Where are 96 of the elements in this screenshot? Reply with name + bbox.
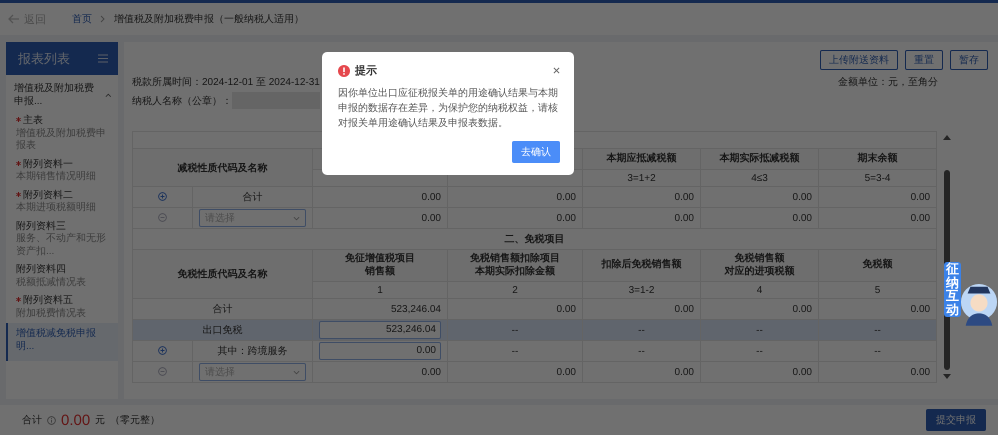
amount-input[interactable]: 523,246.04 [319, 321, 441, 339]
triangle-down-icon[interactable] [943, 374, 952, 379]
column-index: 5 [818, 282, 937, 298]
column-header: 免税性质代码及名称 [132, 250, 312, 298]
add-icon[interactable] [158, 192, 167, 202]
column-header: 本期实际扣除金额 [475, 266, 555, 276]
column-header: 本期应抵减税额 [606, 152, 676, 164]
column-header: 扣除后免税销售额 [602, 259, 682, 270]
table-cell: 0.00 [312, 186, 448, 208]
column-header: 本期实际抵减税额 [720, 152, 800, 164]
row-label: 合计 [242, 192, 262, 203]
table-cell: 0.00 [700, 208, 818, 228]
column-index: 2 [448, 282, 582, 298]
column-index: 1 [312, 282, 448, 298]
add-icon[interactable] [158, 346, 167, 356]
column-header: 免税销售额 [734, 253, 784, 264]
table-cell: -- [700, 320, 818, 340]
table-cell: 0.00 [582, 208, 700, 228]
table-row[interactable]: 其中：跨境服务 0.00 -- -- -- -- [132, 340, 937, 362]
menu-icon[interactable] [98, 54, 108, 63]
table-cell: -- [818, 320, 937, 340]
chevron-icon [100, 15, 106, 23]
item-title: 附列资料一 [23, 158, 73, 170]
column-header: 免税额 [862, 259, 893, 270]
toolbar-button[interactable]: 重置 [905, 50, 943, 70]
column-header: 销售额 [365, 266, 395, 276]
column-index: 4 [700, 282, 818, 298]
table-cell: 0.00 [312, 208, 448, 228]
item-title: 附列资料五 [23, 295, 73, 308]
remove-icon[interactable] [158, 213, 167, 222]
table-cell: 0.00 [818, 186, 937, 208]
table-cell: -- [448, 320, 582, 340]
breadcrumb-link[interactable]: 首页 [72, 12, 92, 26]
table-cell: 0.00 [818, 362, 937, 382]
mascot-label[interactable]: 征纳互动 [944, 262, 961, 317]
item-title: 增值税减免税申报明... [16, 328, 97, 353]
arrow-left-icon [8, 14, 20, 24]
page-title: 增值税及附加税费申报（一般纳税人适用） [114, 12, 304, 26]
column-index: 3=1+2 [582, 170, 700, 186]
table-cell: 0.00 [700, 186, 818, 208]
item-title: 主表 [23, 115, 43, 128]
dialog-message: 因你单位出口应征税报关单的用途确认结果与本期申报的数据存在差异，为保护您的纳税权益，请核对报关单用途确认结果及申报表数据。 [338, 86, 559, 131]
total-amount: 0.00 [61, 412, 90, 428]
table-cell: 0.00 [448, 208, 582, 228]
row-label: 出口免税 [202, 325, 242, 336]
item-title: 附列资料三 [16, 220, 66, 233]
submit-button[interactable]: 提交申报 [926, 409, 986, 431]
table-cell: 0.00 [312, 362, 448, 382]
tax-period: 税款所属时间：2024-12-01 至 2024-12-31 [132, 76, 320, 89]
table-row[interactable]: 出口免税 523,246.04 -- -- -- -- [132, 320, 937, 340]
column-index: 4≤3 [700, 170, 818, 186]
amount-input[interactable]: 0.00 [319, 342, 441, 360]
column-index: 5=3-4 [818, 170, 937, 186]
section-title: 二、免税项目 [504, 234, 565, 245]
row-label: 合计 [212, 304, 232, 315]
taxpayer-label: 纳税人名称（公章）： [132, 94, 232, 108]
currency-label: 元 [95, 414, 106, 427]
column-header: 期末余额 [858, 152, 898, 164]
row-label: 其中：跨境服务 [218, 346, 288, 357]
item-title: 附列资料四 [16, 264, 66, 276]
toolbar-button[interactable]: 上传附送资料 [820, 50, 898, 70]
column-header: 减税性质代码及名称 [132, 148, 312, 186]
sidebar-title: 报表列表 [18, 50, 70, 68]
total-label: 合计 [22, 414, 42, 427]
toolbar-button[interactable]: 暂存 [950, 50, 988, 70]
amount-in-words: （零元整） [110, 414, 160, 427]
info-icon[interactable] [47, 416, 56, 424]
table-cell: -- [448, 340, 582, 362]
amount-unit: 金额单位：元，至角分 [838, 76, 938, 89]
sidebar-group[interactable]: 增值税及附加税费申报... [6, 75, 118, 112]
sidebar-item[interactable]: 增值税减免税申报明... [6, 323, 118, 361]
close-icon[interactable] [553, 67, 560, 74]
table-cell: -- [700, 340, 818, 362]
confirm-button[interactable]: 去确认 [512, 141, 560, 163]
table-cell: 0.00 [582, 186, 700, 208]
warning-icon [338, 64, 350, 76]
chevron-down-icon [293, 370, 300, 374]
table-cell: 0.00 [818, 208, 937, 228]
chevron-icon [105, 93, 112, 98]
remove-icon[interactable] [158, 367, 167, 376]
column-header: 免税销售额扣除项目 [470, 253, 560, 264]
table-cell: -- [818, 340, 937, 362]
column-index: 3=1-2 [582, 282, 700, 298]
dialog-title: 提示 [355, 64, 377, 78]
table-cell: 0.00 [448, 186, 582, 208]
table-cell: -- [582, 340, 700, 362]
table-cell: -- [582, 320, 700, 340]
table-cell: 0.00 [582, 362, 700, 382]
column-header: 免征增值税项目 [345, 253, 415, 264]
item-title: 附列资料二 [23, 190, 73, 202]
group-title: 增值税及附加税费申报... [14, 83, 95, 108]
table-cell: 0.00 [448, 362, 582, 382]
table-cell: 0.00 [700, 362, 818, 382]
chevron-down-icon [293, 216, 300, 220]
column-header: 对应的进项税额 [724, 266, 794, 276]
triangle-up-icon[interactable] [943, 135, 952, 140]
